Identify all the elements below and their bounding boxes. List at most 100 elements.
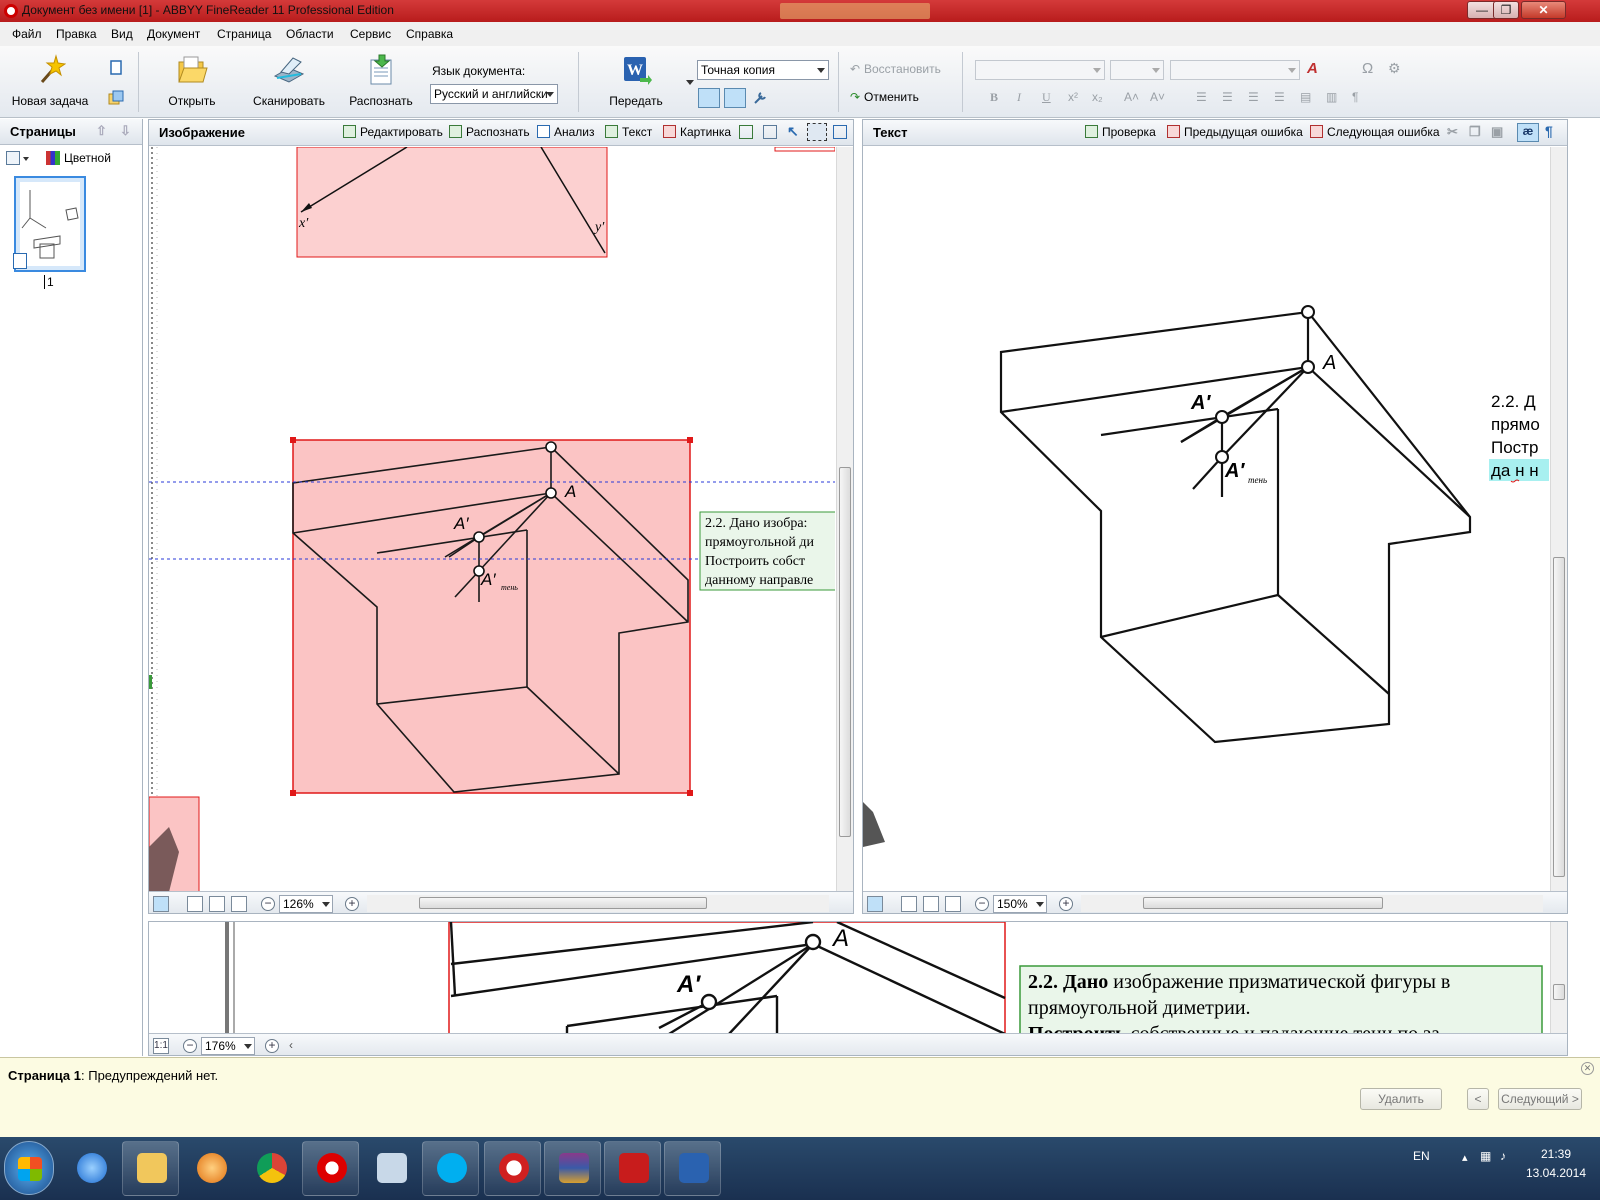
move-page-down-icon[interactable]: ⇩ — [120, 123, 131, 139]
recognized-text-canvas[interactable]: A A′ A′ тень 2.2. Д прямо Постр да н н — [863, 147, 1549, 892]
text-vscroll-thumb[interactable] — [1553, 557, 1565, 877]
layout-toggle-1-icon[interactable] — [698, 88, 720, 108]
analyze-button[interactable]: Анализ — [537, 125, 595, 139]
superscript-icon[interactable]: x² — [1068, 90, 1078, 104]
zoom-out-icon[interactable]: − — [261, 897, 275, 911]
insert-symbol-icon[interactable]: Ω — [1362, 60, 1373, 77]
zoom-vscroll-thumb[interactable] — [1553, 984, 1565, 1000]
move-page-up-icon[interactable]: ⇧ — [96, 123, 107, 139]
undo-button[interactable]: ↶ Восстановить — [850, 62, 941, 76]
recognized-text-line-1[interactable]: 2.2. Д — [1491, 392, 1536, 411]
zoom-pane-zoom-select[interactable]: 176% — [201, 1037, 255, 1055]
menu-service[interactable]: Сервис — [350, 27, 391, 41]
maximize-button[interactable]: ❐ — [1493, 1, 1519, 19]
tray-chevron-icon[interactable]: ▴ — [1462, 1151, 1468, 1164]
doc-language-select[interactable]: Русский и английски — [430, 84, 558, 104]
grid-area-icon[interactable] — [763, 125, 777, 139]
page-view-icon[interactable] — [6, 151, 20, 165]
image-vscroll-thumb[interactable] — [839, 467, 851, 837]
underline-button[interactable]: U — [1042, 90, 1051, 105]
previous-error-button[interactable]: Предыдущая ошибка — [1167, 125, 1303, 139]
picture-area-button[interactable]: Картинка — [663, 125, 731, 139]
next-error-button[interactable]: Следующая ошибка — [1310, 125, 1440, 139]
zoom-pane-zoom-in-icon[interactable]: + — [265, 1039, 279, 1053]
text-zoom-in-icon[interactable]: + — [1059, 897, 1073, 911]
align-justify-icon[interactable]: ☰ — [1274, 90, 1285, 104]
recognized-text-line-2[interactable]: прямо — [1491, 415, 1540, 434]
text-color-icon[interactable]: A — [1307, 60, 1318, 77]
style-select[interactable] — [1170, 60, 1300, 80]
new-task-button[interactable]: Новая задача — [8, 52, 92, 114]
text-zoom-out-icon[interactable]: − — [975, 897, 989, 911]
table-area-icon[interactable] — [739, 125, 753, 139]
line-spacing-icon[interactable]: ▤ — [1300, 90, 1311, 104]
crop-area-icon[interactable] — [833, 125, 847, 139]
bold-button[interactable]: B — [990, 90, 998, 105]
align-left-icon[interactable]: ☰ — [1196, 90, 1207, 104]
zoom-pane-zoom-out-icon[interactable]: − — [183, 1039, 197, 1053]
text-fit-height-icon[interactable] — [945, 896, 961, 912]
taskbar-winrar[interactable] — [544, 1141, 601, 1196]
taskbar-skype[interactable] — [422, 1141, 479, 1196]
menu-areas[interactable]: Области — [286, 27, 334, 41]
format-select[interactable]: Точная копия — [697, 60, 829, 80]
recognized-text-line-3[interactable]: Постр — [1491, 438, 1538, 457]
image-horizontal-scrollbar[interactable] — [367, 895, 829, 912]
text-fit-page-icon[interactable] — [901, 896, 917, 912]
open-button[interactable]: Открыть — [160, 52, 224, 114]
collapse-pane-icon[interactable] — [153, 896, 169, 912]
cut-icon[interactable]: ✂ — [1447, 124, 1458, 140]
menu-document[interactable]: Документ — [147, 27, 200, 41]
scanned-image-canvas[interactable]: x′ y′ A A′ A′ тень 2.2. Дано изобра: пря… — [149, 147, 835, 892]
text-fit-width-icon[interactable] — [923, 896, 939, 912]
color-mode-label[interactable]: Цветной — [64, 151, 111, 165]
text-vertical-scrollbar[interactable] — [1550, 147, 1567, 892]
show-formatting-icon[interactable]: ¶ — [1545, 123, 1553, 139]
subscript-icon[interactable]: x₂ — [1092, 90, 1103, 104]
align-right-icon[interactable]: ☰ — [1248, 90, 1259, 104]
picture-area-selection[interactable] — [292, 439, 691, 794]
indent-icon[interactable]: ▥ — [1326, 90, 1337, 104]
italic-button[interactable]: I — [1017, 90, 1021, 105]
wrench-icon[interactable] — [752, 90, 768, 106]
taskbar-chrome[interactable] — [242, 1141, 299, 1196]
menu-page[interactable]: Страница — [217, 27, 271, 41]
recognized-text-line-4[interactable]: да н н — [1491, 461, 1539, 480]
taskbar-media-player[interactable] — [182, 1141, 239, 1196]
copy-icon[interactable]: ❐ — [1469, 124, 1481, 140]
redo-button[interactable]: ↷ Отменить — [850, 90, 919, 104]
shrink-font-icon[interactable]: A˅ — [1150, 90, 1165, 104]
menu-view[interactable]: Вид — [111, 27, 133, 41]
delete-warning-button[interactable]: Удалить — [1360, 1088, 1442, 1110]
check-button[interactable]: Проверка — [1085, 125, 1156, 139]
edit-image-button[interactable]: Редактировать — [343, 125, 443, 139]
select-area-icon[interactable] — [807, 123, 827, 141]
menu-help[interactable]: Справка — [406, 27, 453, 41]
zoom-canvas[interactable]: A A′ 2.2. Дано изображение призматическо… — [149, 922, 1549, 1034]
copy-page-icon[interactable] — [108, 60, 124, 76]
fit-width-icon[interactable] — [209, 896, 225, 912]
fit-height-icon[interactable] — [231, 896, 247, 912]
clock-date[interactable]: 13.04.2014 — [1518, 1166, 1594, 1180]
clock-time[interactable]: 21:39 — [1518, 1147, 1594, 1161]
actual-size-button[interactable]: 1:1 — [153, 1038, 169, 1054]
previous-warning-button[interactable]: < — [1467, 1088, 1489, 1110]
recognize-button[interactable]: Распознать — [346, 52, 416, 114]
fit-page-icon[interactable] — [187, 896, 203, 912]
collapse-text-pane-icon[interactable] — [867, 896, 883, 912]
pointer-icon[interactable]: ↖ — [787, 123, 799, 140]
scan-button[interactable]: Сканировать — [250, 52, 328, 114]
text-horizontal-scrollbar[interactable] — [1081, 895, 1543, 912]
image-zoom-select[interactable]: 126% — [279, 895, 333, 913]
network-icon[interactable]: ▦ — [1480, 1149, 1491, 1163]
text-zoom-select[interactable]: 150% — [993, 895, 1047, 913]
paragraph-icon[interactable]: ¶ — [1352, 90, 1358, 104]
image-hscroll-thumb[interactable] — [419, 897, 707, 909]
menu-edit[interactable]: Правка — [56, 27, 97, 41]
scroll-left-arrow-icon[interactable]: ‹ — [289, 1038, 293, 1052]
text-hscroll-thumb[interactable] — [1143, 897, 1383, 909]
volume-icon[interactable]: ♪ — [1500, 1149, 1506, 1163]
close-warnings-icon[interactable]: ✕ — [1581, 1062, 1594, 1075]
chevron-down-icon[interactable] — [23, 157, 29, 161]
taskbar-explorer[interactable] — [122, 1141, 179, 1196]
